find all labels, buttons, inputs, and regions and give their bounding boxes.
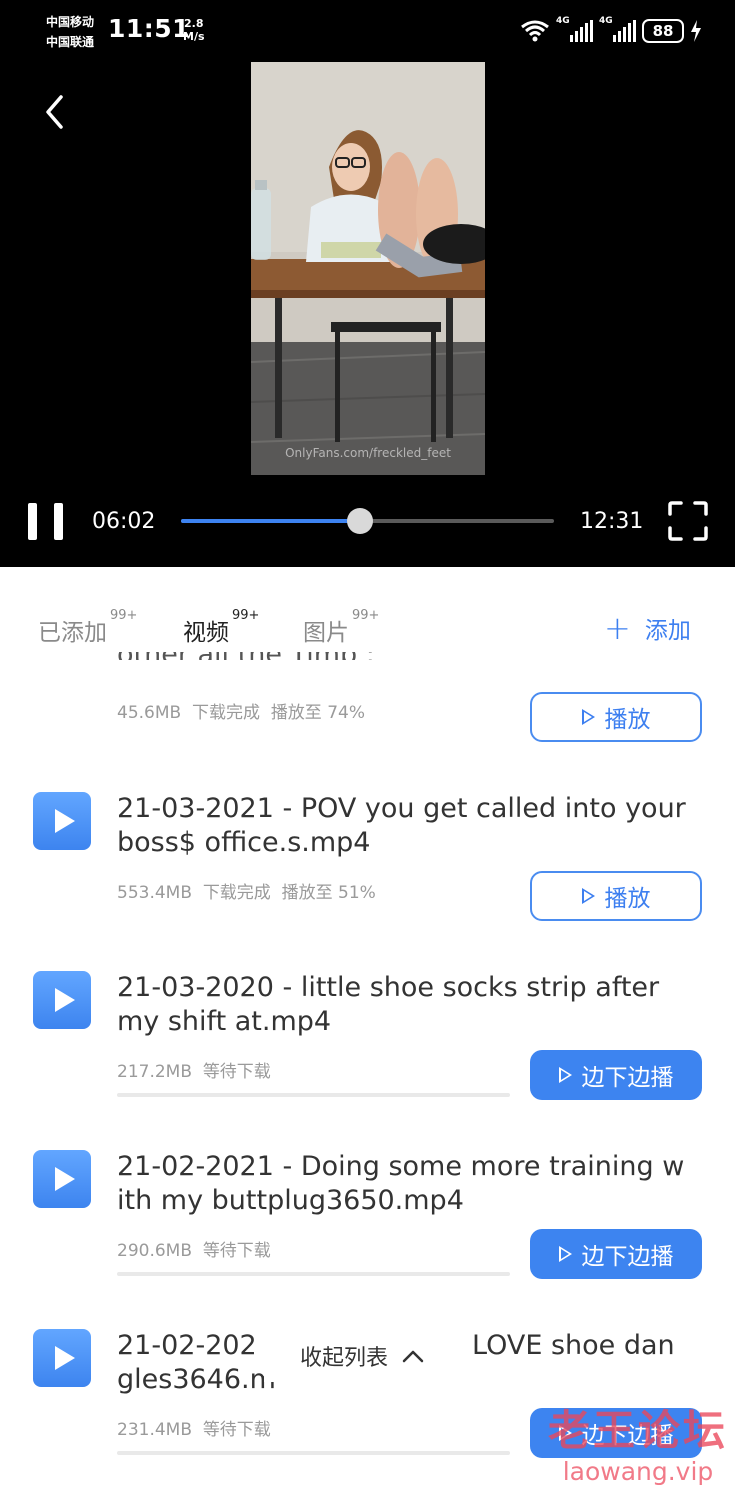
progress-handle[interactable] (347, 508, 374, 534)
plus-icon: + (604, 609, 631, 647)
video-frame[interactable]: OnlyFans.com/freckled_feet (251, 62, 485, 475)
collapse-list-button[interactable]: 收起列表 (264, 1330, 460, 1382)
charging-icon (691, 20, 701, 42)
item-meta: 553.4MB 下载完成 播放至 51% (117, 878, 376, 903)
item-title: 21-03-2021 - POV you get called into you… (117, 793, 686, 858)
carrier-2: 中国联通 (46, 35, 95, 49)
item-title: 21-02-2021 - Doing some more training wi… (117, 1151, 685, 1216)
player-controls: 06:02 12:31 (0, 495, 735, 551)
collapse-list-label: 收起列表 (299, 1346, 388, 1371)
play-icon (558, 1067, 572, 1083)
status-time: 11:51 (108, 14, 191, 43)
download-progress-track (117, 1093, 510, 1097)
item-size: 290.6MB (117, 1241, 192, 1261)
item-title-start: 21-02-202 (117, 1330, 257, 1361)
stream-play-button-label: 边下边播 (581, 1423, 674, 1449)
tab-video-badge: 99+ (232, 608, 260, 624)
stream-play-button-label: 边下边播 (581, 1065, 674, 1091)
tab-video-label: 视频 (183, 620, 229, 646)
carrier-1: 中国移动 (46, 15, 95, 29)
item-status: 等待下载 (202, 1062, 271, 1082)
back-icon (46, 95, 63, 129)
item-progress-text: 播放至 51% (281, 883, 376, 903)
item-title: other all the Timp : (117, 652, 687, 660)
item-size: 553.4MB (117, 883, 192, 903)
tab-added[interactable]: 已添加99+ (38, 608, 137, 647)
signal-1-label: 4G (556, 16, 570, 26)
net-speed-value: 2.8 (184, 17, 204, 30)
progress-bar[interactable] (181, 508, 554, 534)
item-title-end: LOVE shoe dan (472, 1330, 675, 1361)
stream-play-button[interactable]: 边下边播 (530, 1408, 702, 1458)
tab-video[interactable]: 视频99+ (183, 608, 259, 647)
play-icon (558, 1425, 572, 1441)
download-progress-track (117, 1272, 510, 1276)
net-speed-unit: M/s (183, 30, 205, 43)
item-title-line2: gles3646.m (117, 1364, 276, 1395)
video-still (251, 62, 485, 475)
carrier-names: 中国移动 中国联通 (46, 12, 94, 52)
fullscreen-button[interactable] (668, 501, 708, 541)
video-thumbnail-icon[interactable] (33, 971, 91, 1029)
signal-icon: 4G (556, 16, 593, 42)
item-size: 231.4MB (117, 1420, 192, 1440)
status-icons: 4G 4G 88 (520, 16, 702, 44)
fullscreen-icon (668, 501, 708, 541)
stream-play-button[interactable]: 边下边播 (530, 1229, 702, 1279)
current-time: 06:02 (92, 509, 156, 534)
total-time: 12:31 (580, 509, 644, 534)
play-icon (581, 888, 595, 904)
battery-level: 88 (652, 22, 674, 40)
play-button-label: 播放 (604, 886, 651, 912)
wifi-icon (521, 20, 549, 42)
add-button[interactable]: + 添加 (604, 611, 691, 645)
video-thumbnail-icon[interactable] (33, 1329, 91, 1387)
tab-images-badge: 99+ (352, 608, 380, 624)
battery-icon: 88 (642, 19, 684, 43)
play-button-label: 播放 (604, 707, 651, 733)
back-button[interactable] (34, 90, 78, 134)
item-meta: 231.4MB 等待下载 (117, 1415, 271, 1440)
chevron-up-icon (402, 1350, 424, 1363)
tab-images[interactable]: 图片99+ (303, 608, 379, 647)
signal-2-label: 4G (599, 16, 613, 26)
stream-play-button-label: 边下边播 (581, 1244, 674, 1270)
stream-play-button[interactable]: 边下边播 (530, 1050, 702, 1100)
item-status: 下载完成 (192, 703, 260, 723)
item-status: 下载完成 (202, 883, 271, 903)
tab-added-badge: 99+ (110, 608, 138, 624)
item-meta: 290.6MB 等待下载 (117, 1236, 271, 1261)
download-progress-track (117, 1451, 510, 1455)
item-size: 45.6MB (117, 703, 182, 723)
play-button[interactable]: 播放 (530, 871, 702, 921)
status-bar: 中国移动 中国联通 11:51 2.8 M/s 4G 4G 88 (0, 0, 735, 62)
item-size: 217.2MB (117, 1062, 192, 1082)
play-icon (581, 709, 595, 725)
signal-icon: 4G (599, 16, 636, 42)
video-watermark: OnlyFans.com/freckled_feet (285, 446, 451, 460)
video-thumbnail-icon[interactable] (33, 1150, 91, 1208)
item-title: 21-03-2020 - little shoe socks strip aft… (117, 972, 660, 1037)
progress-fill (181, 519, 361, 523)
play-icon (558, 1246, 572, 1262)
item-status: 等待下载 (202, 1241, 271, 1261)
play-button[interactable]: 播放 (530, 692, 702, 742)
tab-images-label: 图片 (303, 620, 349, 646)
tab-bar: 已添加99+ 视频99+ 图片99+ + 添加 (0, 567, 735, 652)
tab-added-label: 已添加 (38, 620, 107, 646)
net-speed: 2.8 M/s (183, 17, 205, 43)
item-meta: 45.6MB 下载完成 播放至 74% (117, 698, 365, 723)
pause-button[interactable] (28, 503, 66, 541)
item-status: 等待下载 (202, 1420, 271, 1440)
video-player: 中国移动 中国联通 11:51 2.8 M/s 4G 4G 88 OnlyFan… (0, 0, 735, 567)
video-thumbnail-icon[interactable] (33, 792, 91, 850)
item-meta: 217.2MB 等待下载 (117, 1057, 271, 1082)
add-button-label: 添加 (644, 618, 691, 644)
item-progress-text: 播放至 74% (270, 703, 366, 723)
